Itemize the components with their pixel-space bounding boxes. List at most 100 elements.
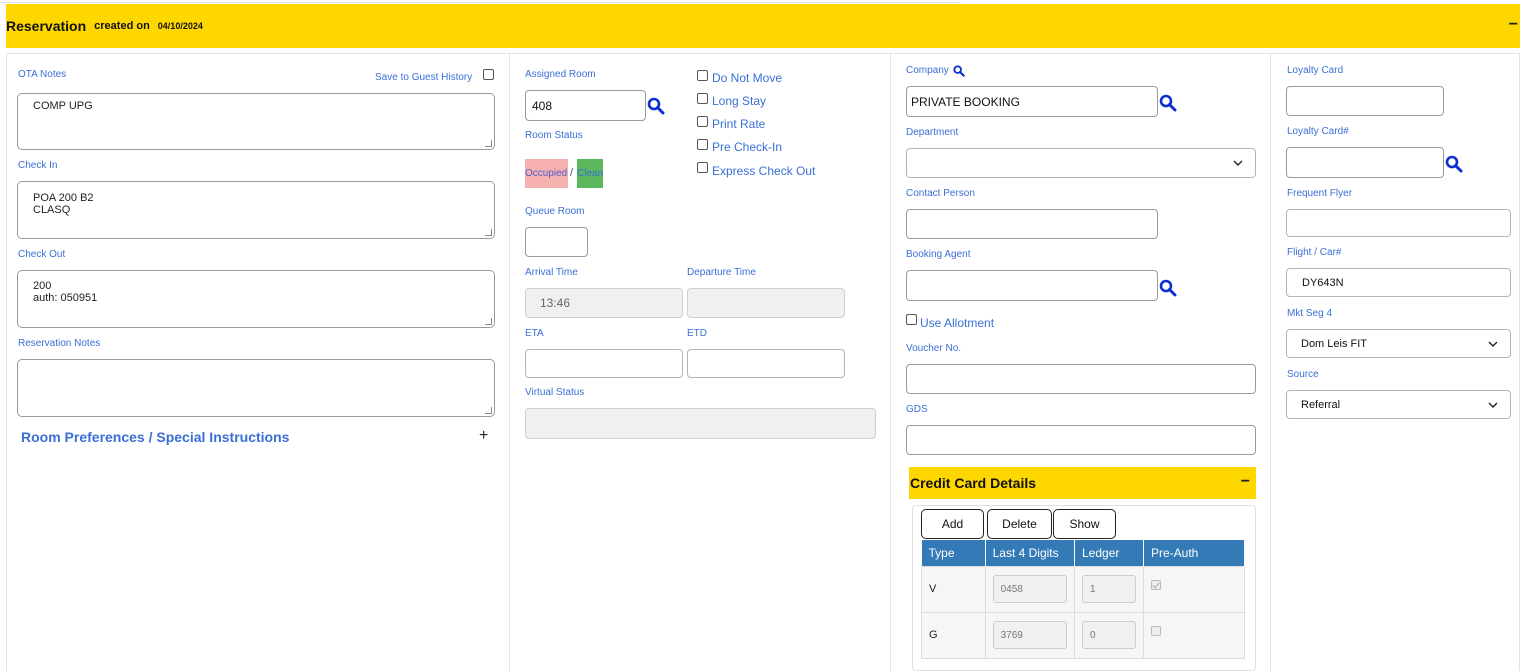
ota-notes-label: OTA Notes	[18, 69, 67, 80]
eta-input[interactable]	[525, 349, 683, 378]
express-check-out-label: Express Check Out	[712, 164, 816, 178]
column-divider	[509, 54, 510, 671]
delete-card-button[interactable]: Delete	[987, 509, 1052, 539]
column-divider	[1270, 54, 1271, 671]
reservation-header: Reservation created on 04/10/2024 −	[6, 4, 1520, 48]
contact-person-input[interactable]	[906, 209, 1158, 239]
chevron-down-icon	[1488, 402, 1498, 408]
reservation-notes-label: Reservation Notes	[18, 338, 101, 349]
arrival-time-input: 13:46	[525, 288, 683, 318]
table-row[interactable]: G 3769 0	[921, 611, 1245, 659]
last4-input: 0458	[992, 575, 1067, 603]
use-allotment-checkbox[interactable]	[906, 314, 917, 325]
status-separator: /	[570, 167, 574, 179]
column-header-ledger: Ledger	[1074, 540, 1144, 566]
save-guest-history-checkbox[interactable]	[483, 69, 494, 80]
mkt-seg-label: Mkt Seg 4	[1287, 308, 1333, 319]
ledger-cell: 1	[1074, 565, 1144, 613]
ledger-input: 1	[1082, 575, 1136, 603]
departure-time-label: Departure Time	[687, 267, 756, 278]
pre-check-in-label: Pre Check-In	[712, 140, 783, 154]
do-not-move-label: Do Not Move	[712, 71, 783, 85]
check-in-label: Check In	[18, 160, 58, 171]
check-out-label: Check Out	[18, 249, 66, 260]
search-icon[interactable]	[647, 97, 665, 115]
long-stay-label: Long Stay	[712, 94, 767, 108]
table-row[interactable]: V 0458 1	[921, 565, 1245, 613]
company-lookup-icon[interactable]	[1159, 94, 1177, 112]
source-label: Source	[1287, 369, 1319, 380]
column-divider	[890, 54, 891, 671]
loyalty-search-icon[interactable]	[1445, 155, 1463, 173]
use-allotment-label: Use Allotment	[920, 316, 995, 330]
express-check-out-checkbox[interactable]	[697, 162, 708, 173]
pre-check-in-checkbox[interactable]	[697, 139, 708, 150]
chevron-down-icon	[1233, 160, 1243, 166]
etd-input[interactable]	[687, 349, 845, 378]
ota-notes-textarea[interactable]: COMP UPG	[17, 93, 495, 150]
frequent-flyer-input[interactable]	[1286, 209, 1511, 237]
check-out-textarea[interactable]: 200 auth: 050951	[17, 270, 495, 328]
preauth-checkbox	[1151, 626, 1161, 636]
mkt-seg-value: Dom Leis FIT	[1301, 337, 1368, 350]
loyalty-card-label: Loyalty Card	[1287, 65, 1344, 76]
preauth-checkbox	[1151, 580, 1161, 590]
collapse-icon[interactable]: −	[1509, 16, 1518, 34]
page-title: Reservation	[6, 18, 87, 34]
virtual-status-label: Virtual Status	[525, 387, 585, 398]
preauth-cell	[1143, 565, 1245, 613]
check-in-textarea[interactable]: POA 200 B2 CLASQ	[17, 181, 495, 239]
do-not-move-checkbox[interactable]	[697, 70, 708, 81]
loyalty-card-number-input[interactable]	[1286, 147, 1444, 178]
credit-card-title: Credit Card Details	[910, 475, 1037, 491]
assigned-room-label: Assigned Room	[525, 69, 596, 80]
booking-agent-search-icon[interactable]	[1159, 279, 1177, 297]
chevron-down-icon	[1488, 341, 1498, 347]
booking-agent-label: Booking Agent	[906, 249, 971, 260]
voucher-input[interactable]	[906, 364, 1256, 394]
voucher-label: Voucher No.	[906, 343, 962, 354]
gds-input[interactable]	[906, 425, 1256, 455]
queue-room-input[interactable]	[525, 227, 588, 257]
company-label: Company	[906, 65, 949, 76]
department-select[interactable]	[906, 148, 1256, 178]
gds-label: GDS	[906, 404, 928, 415]
room-status-label: Room Status	[525, 130, 583, 141]
print-rate-label: Print Rate	[712, 117, 766, 131]
last4-input: 3769	[992, 621, 1067, 649]
column-header-type: Type	[921, 540, 986, 566]
source-select[interactable]: Referral	[1286, 390, 1511, 419]
long-stay-checkbox[interactable]	[697, 93, 708, 104]
print-rate-checkbox[interactable]	[697, 116, 708, 127]
reservation-notes-textarea[interactable]	[17, 359, 495, 417]
company-input[interactable]: PRIVATE BOOKING	[906, 86, 1158, 117]
room-preferences-link[interactable]: Room Preferences / Special Instructions	[21, 429, 289, 445]
company-search-icon[interactable]	[953, 65, 965, 77]
booking-agent-input[interactable]	[906, 270, 1158, 301]
occupied-status[interactable]: Occupied	[525, 159, 568, 188]
ledger-input: 0	[1082, 621, 1136, 649]
add-card-button[interactable]: Add	[921, 509, 984, 539]
departure-time-input	[687, 288, 845, 318]
show-card-button[interactable]: Show	[1053, 509, 1116, 539]
flight-car-input[interactable]: DY643N	[1286, 268, 1511, 297]
mkt-seg-select[interactable]: Dom Leis FIT	[1286, 329, 1511, 358]
last4-cell: 0458	[984, 565, 1076, 613]
eta-label: ETA	[525, 328, 544, 339]
assigned-room-input[interactable]: 408	[525, 90, 646, 121]
expand-icon[interactable]: +	[479, 427, 488, 445]
card-type: G	[921, 611, 986, 659]
card-type: V	[921, 565, 986, 613]
column-header-preauth: Pre-Auth	[1143, 540, 1245, 566]
save-guest-history-label: Save to Guest History	[375, 72, 473, 83]
loyalty-card-input[interactable]	[1286, 86, 1444, 116]
source-value: Referral	[1301, 398, 1341, 411]
department-label: Department	[906, 127, 959, 138]
arrival-time-label: Arrival Time	[525, 267, 578, 278]
credit-card-header: Credit Card Details −	[909, 467, 1256, 499]
collapse-icon[interactable]: −	[1241, 473, 1250, 491]
created-date: 04/10/2024	[157, 21, 203, 31]
ledger-cell: 0	[1074, 611, 1144, 659]
virtual-status-input	[525, 408, 876, 439]
clean-status[interactable]: Clean	[577, 159, 603, 188]
